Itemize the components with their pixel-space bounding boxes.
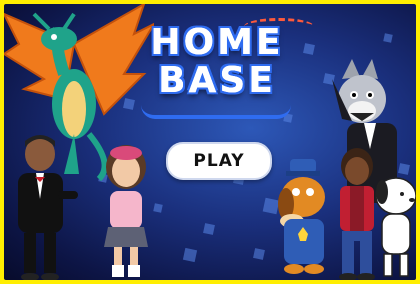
girl-character — [96, 139, 156, 280]
logo-line-home: HOME — [150, 22, 284, 63]
police-dog-character — [276, 159, 336, 279]
play-button[interactable]: PLAY — [166, 142, 272, 180]
home-base-logo: HOME BASE — [137, 24, 297, 100]
logo-line-base: BASE — [158, 60, 276, 101]
book-underline-icon — [141, 105, 291, 119]
game-title-screen: HOME BASE PLAY — [4, 4, 416, 280]
tuxedo-man-character — [8, 129, 78, 280]
white-dog-character — [372, 174, 416, 280]
